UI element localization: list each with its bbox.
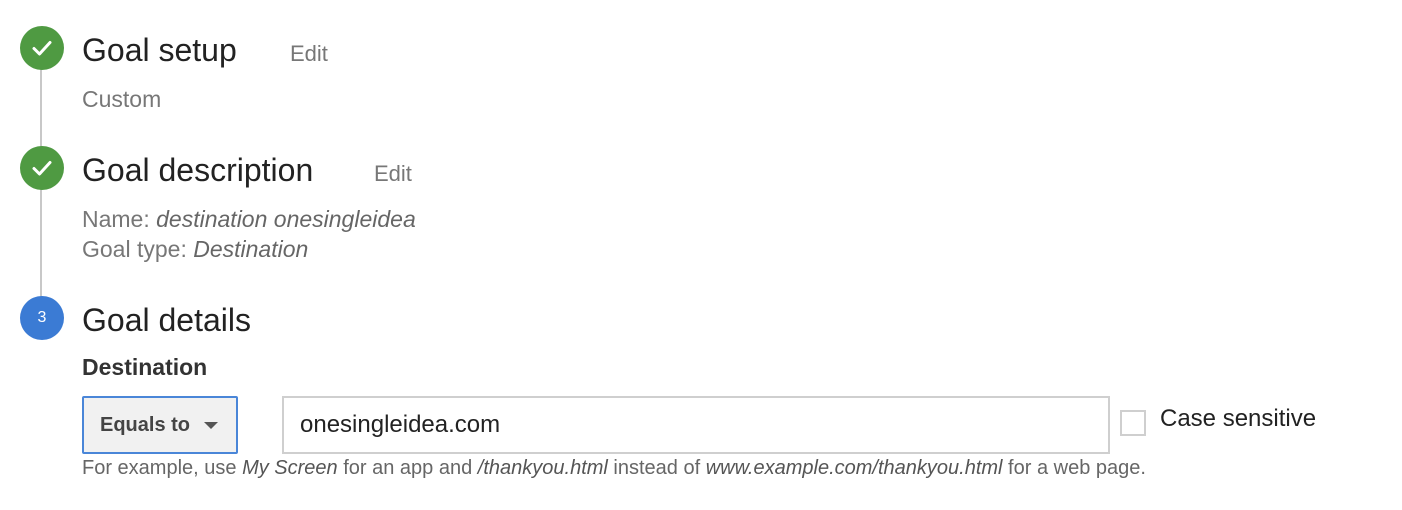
case-sensitive-checkbox[interactable] (1120, 410, 1146, 436)
edit-goal-setup-link[interactable]: Edit (290, 41, 328, 67)
hint-url-example: www.example.com/thankyou.html (705, 457, 1003, 479)
step-title-goal-details: Goal details (82, 302, 251, 338)
destination-input[interactable] (282, 396, 1110, 454)
hint-suffix: for a web page. (1002, 457, 1146, 479)
match-type-value: Equals to (100, 413, 191, 436)
hint-mid2: instead of (607, 457, 706, 479)
goal-name-summary: Name: destination onesingleidea (82, 206, 416, 233)
step-complete-icon (20, 26, 64, 70)
goal-type-summary: Goal type: Destination (82, 236, 308, 263)
case-sensitive-label: Case sensitive (1160, 405, 1317, 432)
hint-app-example: My Screen (242, 457, 338, 479)
hint-prefix: For example, use (82, 457, 243, 479)
step-title-goal-setup: Goal setup (82, 32, 237, 68)
match-type-dropdown[interactable]: Equals to (82, 396, 238, 454)
hint-path-example: /thankyou.html (477, 457, 608, 479)
step-number-badge: 3 (20, 296, 64, 340)
goal-editor: Goal setup Edit Custom Goal description … (0, 0, 1402, 510)
step-title-goal-description: Goal description (82, 152, 314, 188)
step-complete-icon (20, 146, 64, 190)
timeline-line (40, 66, 42, 148)
checkmark-icon (32, 41, 52, 56)
goal-type-label: Goal type: (82, 236, 187, 262)
goal-name-value: destination onesingleidea (156, 206, 416, 232)
caret-down-icon (204, 421, 219, 429)
hint-mid1: for an app and (337, 457, 478, 479)
timeline-line (40, 188, 42, 298)
edit-goal-description-link[interactable]: Edit (374, 161, 412, 187)
checkmark-icon (32, 161, 52, 176)
destination-label: Destination (82, 354, 208, 380)
goal-name-label: Name: (82, 206, 150, 232)
goal-type-value: Destination (193, 236, 309, 262)
destination-hint: For example, use My Screen for an app an… (82, 457, 1146, 480)
goal-setup-summary: Custom (82, 86, 162, 112)
